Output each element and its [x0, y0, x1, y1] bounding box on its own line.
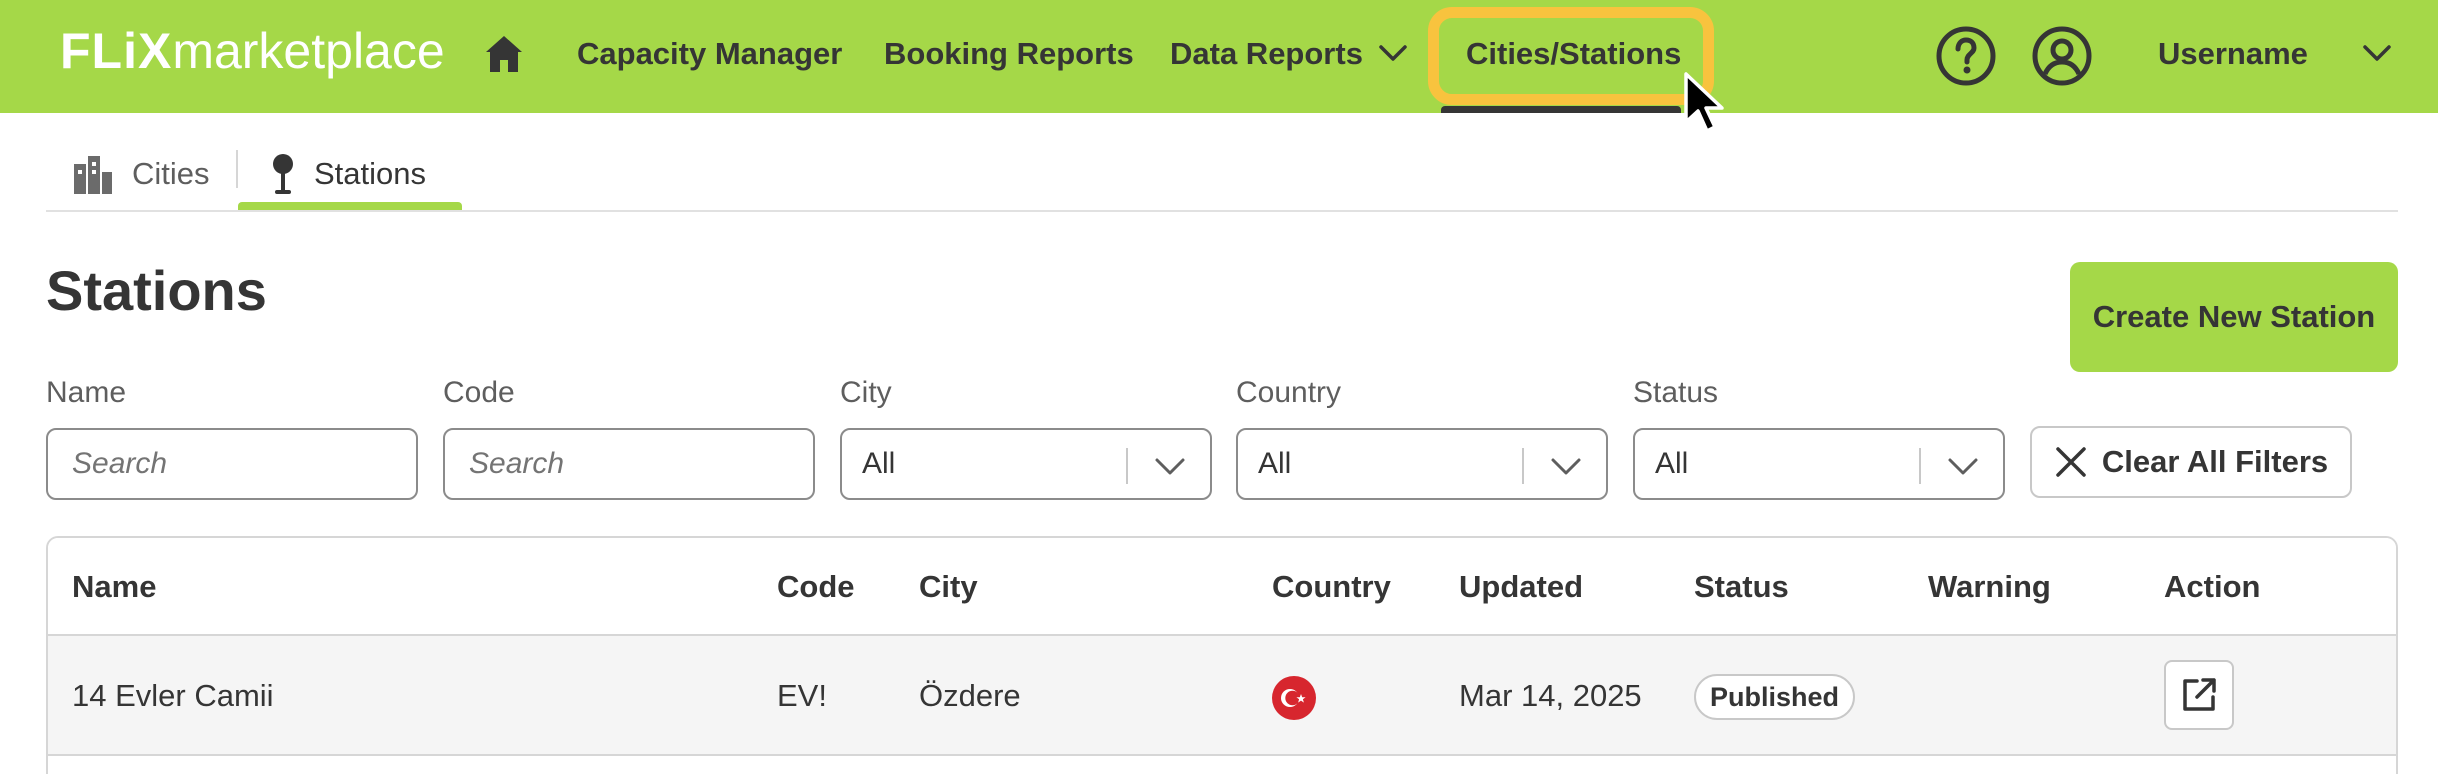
cell-city: Özdere: [919, 678, 1021, 713]
tab-cities[interactable]: Cities: [72, 136, 210, 212]
chevron-down-icon[interactable]: [1378, 40, 1408, 66]
select-separator: [1919, 448, 1921, 484]
status-badge: Published: [1694, 674, 1856, 720]
column-header-warning: Warning: [1928, 569, 2051, 604]
column-header-city[interactable]: City: [919, 538, 978, 636]
tab-divider: [236, 150, 238, 188]
user-account-icon[interactable]: [2030, 24, 2094, 88]
select-separator: [1126, 448, 1128, 484]
open-station-button[interactable]: [2164, 660, 2234, 730]
filter-name-label: Name: [46, 376, 127, 409]
column-header-name[interactable]: Name: [72, 538, 156, 636]
nav-capacity-manager[interactable]: Capacity Manager: [577, 30, 842, 78]
column-header-action: Action: [2164, 569, 2261, 604]
filter-city-value: All: [862, 447, 896, 480]
mouse-pointer-icon: [1684, 72, 1724, 133]
filter-status-value: All: [1655, 447, 1689, 480]
clear-all-filters-button[interactable]: Clear All Filters: [2030, 426, 2352, 498]
chevron-down-icon: [1948, 458, 1978, 475]
external-link-icon: [2183, 678, 2216, 711]
tab-stations-label: Stations: [314, 156, 427, 191]
filter-name-input[interactable]: Search: [46, 428, 418, 500]
table-row[interactable]: 14 Evler Camii EV! Özdere Mar 14, 2025 P…: [48, 636, 2396, 756]
clear-all-filters-label: Clear All Filters: [2101, 444, 2329, 479]
filter-country-select[interactable]: All: [1236, 428, 1608, 500]
filter-country-value: All: [1258, 447, 1292, 480]
station-pin-icon: [273, 154, 293, 194]
table-header: Name Code City Country Updated Status Wa…: [48, 538, 2396, 636]
create-new-station-button[interactable]: Create New Station: [2070, 262, 2398, 372]
chevron-down-icon: [1551, 458, 1581, 475]
tab-cities-label: Cities: [132, 156, 210, 191]
nav-active-indicator: [1441, 106, 1681, 113]
cell-updated: Mar 14, 2025: [1459, 678, 1642, 713]
filter-country-label: Country: [1236, 376, 1342, 409]
nav-cities-stations[interactable]: Cities/Stations: [1466, 30, 1681, 78]
column-header-updated[interactable]: Updated: [1459, 538, 1583, 636]
logo-light-text: marketplace: [172, 23, 445, 79]
filter-city-select[interactable]: All: [840, 428, 1212, 500]
column-header-country[interactable]: Country: [1272, 538, 1391, 636]
filter-code-input[interactable]: Search: [443, 428, 815, 500]
column-header-status[interactable]: Status: [1694, 538, 1789, 636]
flix-marketplace-logo[interactable]: FLiX marketplace: [60, 22, 445, 82]
username-menu[interactable]: Username: [2158, 30, 2308, 78]
chevron-down-icon[interactable]: [2362, 40, 2392, 66]
cell-code: EV!: [777, 678, 827, 713]
nav-data-reports[interactable]: Data Reports: [1170, 30, 1363, 78]
column-header-code[interactable]: Code: [777, 538, 855, 636]
logo-bold-text: FLiX: [60, 23, 173, 79]
filter-status-label: Status: [1633, 376, 1719, 409]
top-navigation-bar: FLiX marketplace Capacity Manager Booking…: [0, 0, 2438, 113]
buildings-icon: [74, 156, 112, 194]
stations-table: Name Code City Country Updated Status Wa…: [46, 536, 2398, 774]
turkey-flag-icon: [1272, 676, 1316, 720]
page-title: Stations: [46, 259, 267, 322]
tab-stations[interactable]: Stations: [270, 136, 426, 212]
home-icon[interactable]: [480, 30, 528, 78]
close-icon: [2056, 447, 2086, 477]
cell-name: 14 Evler Camii: [72, 678, 274, 713]
tab-active-indicator: [238, 202, 462, 210]
filter-city-label: City: [840, 376, 892, 409]
filter-code-label: Code: [443, 376, 515, 409]
help-icon[interactable]: [1934, 24, 1998, 88]
select-separator: [1522, 448, 1524, 484]
filter-status-select[interactable]: All: [1633, 428, 2005, 500]
nav-booking-reports[interactable]: Booking Reports: [884, 30, 1134, 78]
sub-tabs: Cities Stations: [46, 136, 2398, 212]
chevron-down-icon: [1155, 458, 1185, 475]
